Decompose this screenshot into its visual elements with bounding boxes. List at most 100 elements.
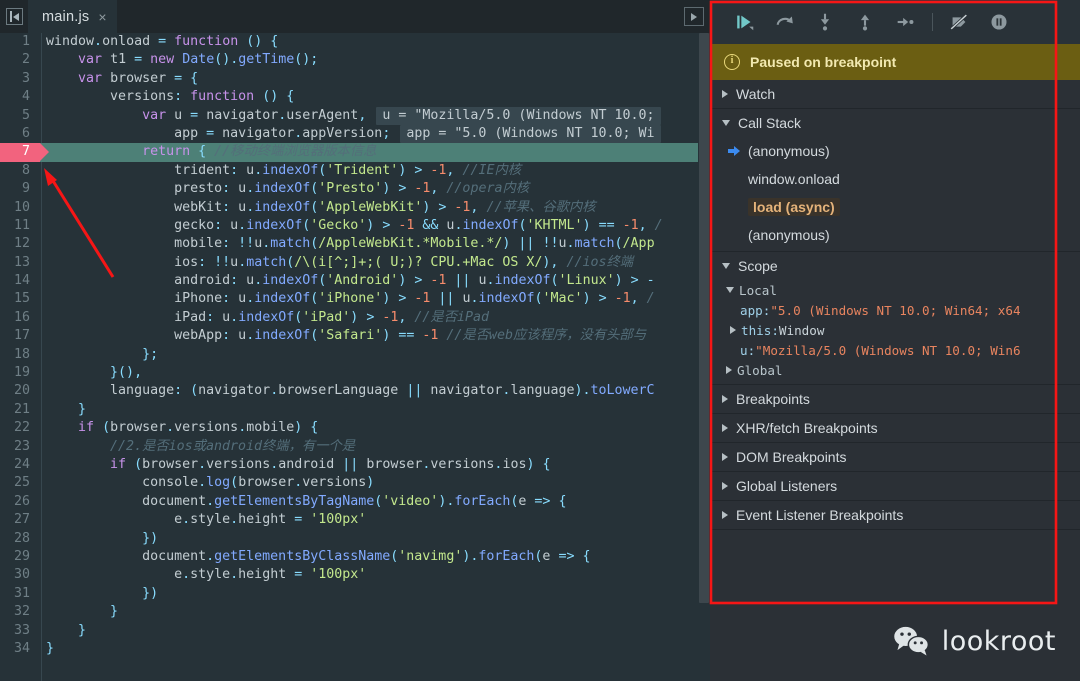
code-line[interactable]: 23 //2.是否ios或android终端，有一个是 [0,438,710,456]
scope-variable[interactable]: this: Window [710,320,1080,340]
section-header-event-listener-breakpoints[interactable]: Event Listener Breakpoints [710,501,1080,529]
code-line[interactable]: 10 webKit: u.indexOf('AppleWebKit') > -1… [0,199,710,217]
code-line[interactable]: 2 var t1 = new Date().getTime(); [0,51,710,69]
deactivate-breakpoints-button[interactable] [942,5,976,39]
scope-group-local[interactable]: Local [710,280,1080,300]
code-line[interactable]: 3 var browser = { [0,70,710,88]
line-number[interactable]: 31 [0,585,36,603]
more-tabs-button[interactable] [684,7,704,26]
code-line[interactable]: 15 iPhone: u.indexOf('iPhone') > -1 || u… [0,290,710,308]
code-line[interactable]: 9 presto: u.indexOf('Presto') > -1, //op… [0,180,710,198]
line-number[interactable]: 2 [0,51,36,69]
code-line[interactable]: 6 app = navigator.appVersion; app = "5.0 … [0,124,710,144]
call-stack-frame[interactable]: (anonymous) [710,137,1080,165]
code-line[interactable]: 14 android: u.indexOf('Android') > -1 ||… [0,272,710,290]
code-lines-container[interactable]: 1 window.onload = function () {2 var t1 =… [0,33,710,681]
scrollbar-thumb[interactable] [699,33,709,603]
code-line[interactable]: 12 mobile: !!u.match(/AppleWebKit.*Mobil… [0,235,710,253]
step-into-button[interactable] [808,5,842,39]
step-over-button[interactable] [768,5,802,39]
line-number[interactable]: 21 [0,401,36,419]
chevron-right-icon [722,482,728,490]
editor-vertical-scrollbar[interactable] [698,33,710,681]
breakpoint-marker[interactable]: 7 [0,143,49,162]
line-number[interactable]: 23 [0,438,36,456]
toggle-navigator-button[interactable] [0,0,28,33]
line-number[interactable]: 12 [0,235,36,253]
code-line[interactable]: 4 versions: function () { [0,88,710,106]
line-number[interactable]: 3 [0,70,36,88]
code-line[interactable]: 19 }(), [0,364,710,382]
resume-button[interactable] [728,5,762,39]
code-line[interactable]: 22 if (browser.versions.mobile) { [0,419,710,437]
section-header-global-listeners[interactable]: Global Listeners [710,472,1080,500]
code-line[interactable]: 21 } [0,401,710,419]
code-line[interactable]: 29 document.getElementsByClassName('navi… [0,548,710,566]
line-number[interactable]: 19 [0,364,36,382]
line-number[interactable]: 25 [0,474,36,492]
line-number[interactable]: 18 [0,346,36,364]
code-line[interactable]: 11 gecko: u.indexOf('Gecko') > -1 && u.i… [0,217,710,235]
code-line[interactable]: 17 webApp: u.indexOf('Safari') == -1 //是… [0,327,710,345]
scope-variable[interactable]: app: "5.0 (Windows NT 10.0; Win64; x64 [710,300,1080,320]
code-line[interactable]: 8 trident: u.indexOf('Trident') > -1, //… [0,162,710,180]
code-line[interactable]: 5 var u = navigator.userAgent, u = "Mozil… [0,106,710,125]
line-number[interactable]: 28 [0,530,36,548]
call-stack-frame[interactable]: window.onload [710,165,1080,193]
step-button[interactable] [888,5,922,39]
line-number[interactable]: 11 [0,217,36,235]
line-number[interactable]: 29 [0,548,36,566]
code-line[interactable]: 13 ios: !!u.match(/\(i[^;]+;( U;)? CPU.+… [0,254,710,272]
line-number[interactable]: 15 [0,290,36,308]
line-number[interactable]: 30 [0,566,36,584]
line-number[interactable]: 20 [0,382,36,400]
line-number[interactable]: 33 [0,622,36,640]
code-line[interactable]: 16 iPad: u.indexOf('iPad') > -1, //是否iPa… [0,309,710,327]
code-line[interactable]: 25 console.log(browser.versions) [0,474,710,492]
code-line[interactable]: 20 language: (navigator.browserLanguage … [0,382,710,400]
line-number[interactable]: 14 [0,272,36,290]
line-number[interactable]: 4 [0,88,36,106]
line-number[interactable]: 16 [0,309,36,327]
code-line[interactable]: 28 }) [0,530,710,548]
line-number[interactable]: 26 [0,493,36,511]
code-line[interactable]: 18 }; [0,346,710,364]
line-number[interactable]: 22 [0,419,36,437]
line-number[interactable]: 34 [0,640,36,658]
line-number[interactable]: 5 [0,107,36,125]
line-number[interactable]: 17 [0,327,36,345]
line-number[interactable]: 24 [0,456,36,474]
code-line[interactable]: 34} [0,640,710,658]
section-header-dom-breakpoints[interactable]: DOM Breakpoints [710,443,1080,471]
line-number[interactable]: 6 [0,125,36,143]
section-header-scope[interactable]: Scope [710,252,1080,280]
scope-variable[interactable]: u: "Mozilla/5.0 (Windows NT 10.0; Win6 [710,340,1080,360]
code-line[interactable]: 32 } [0,603,710,621]
section-header-breakpoints[interactable]: Breakpoints [710,385,1080,413]
code-line[interactable]: 7 return { //移动终端浏览器版本信息 [0,143,710,162]
code-line[interactable]: 31 }) [0,585,710,603]
line-number[interactable]: 9 [0,180,36,198]
line-number[interactable]: 10 [0,199,36,217]
section-header-watch[interactable]: Watch [710,80,1080,108]
call-stack-frame[interactable]: (anonymous) [710,221,1080,249]
code-line[interactable]: 27 e.style.height = '100px' [0,511,710,529]
code-line[interactable]: 1 window.onload = function () { [0,33,710,51]
line-number[interactable]: 27 [0,511,36,529]
code-line[interactable]: 24 if (browser.versions.android || brows… [0,456,710,474]
tab-main-js[interactable]: main.js × [28,0,117,33]
line-number[interactable]: 1 [0,33,36,51]
code-line[interactable]: 30 e.style.height = '100px' [0,566,710,584]
line-number[interactable]: 13 [0,254,36,272]
close-icon[interactable]: × [98,10,106,24]
code-line[interactable]: 26 document.getElementsByTagName('video'… [0,493,710,511]
section-header-call-stack[interactable]: Call Stack [710,109,1080,137]
line-number[interactable]: 8 [0,162,36,180]
section-header-xhr-fetch-breakpoints[interactable]: XHR/fetch Breakpoints [710,414,1080,442]
scope-group-global[interactable]: Global [710,360,1080,380]
call-stack-frame[interactable]: load (async) [710,193,1080,221]
step-out-button[interactable] [848,5,882,39]
pause-on-exceptions-button[interactable] [982,5,1016,39]
line-number[interactable]: 32 [0,603,36,621]
code-line[interactable]: 33 } [0,622,710,640]
